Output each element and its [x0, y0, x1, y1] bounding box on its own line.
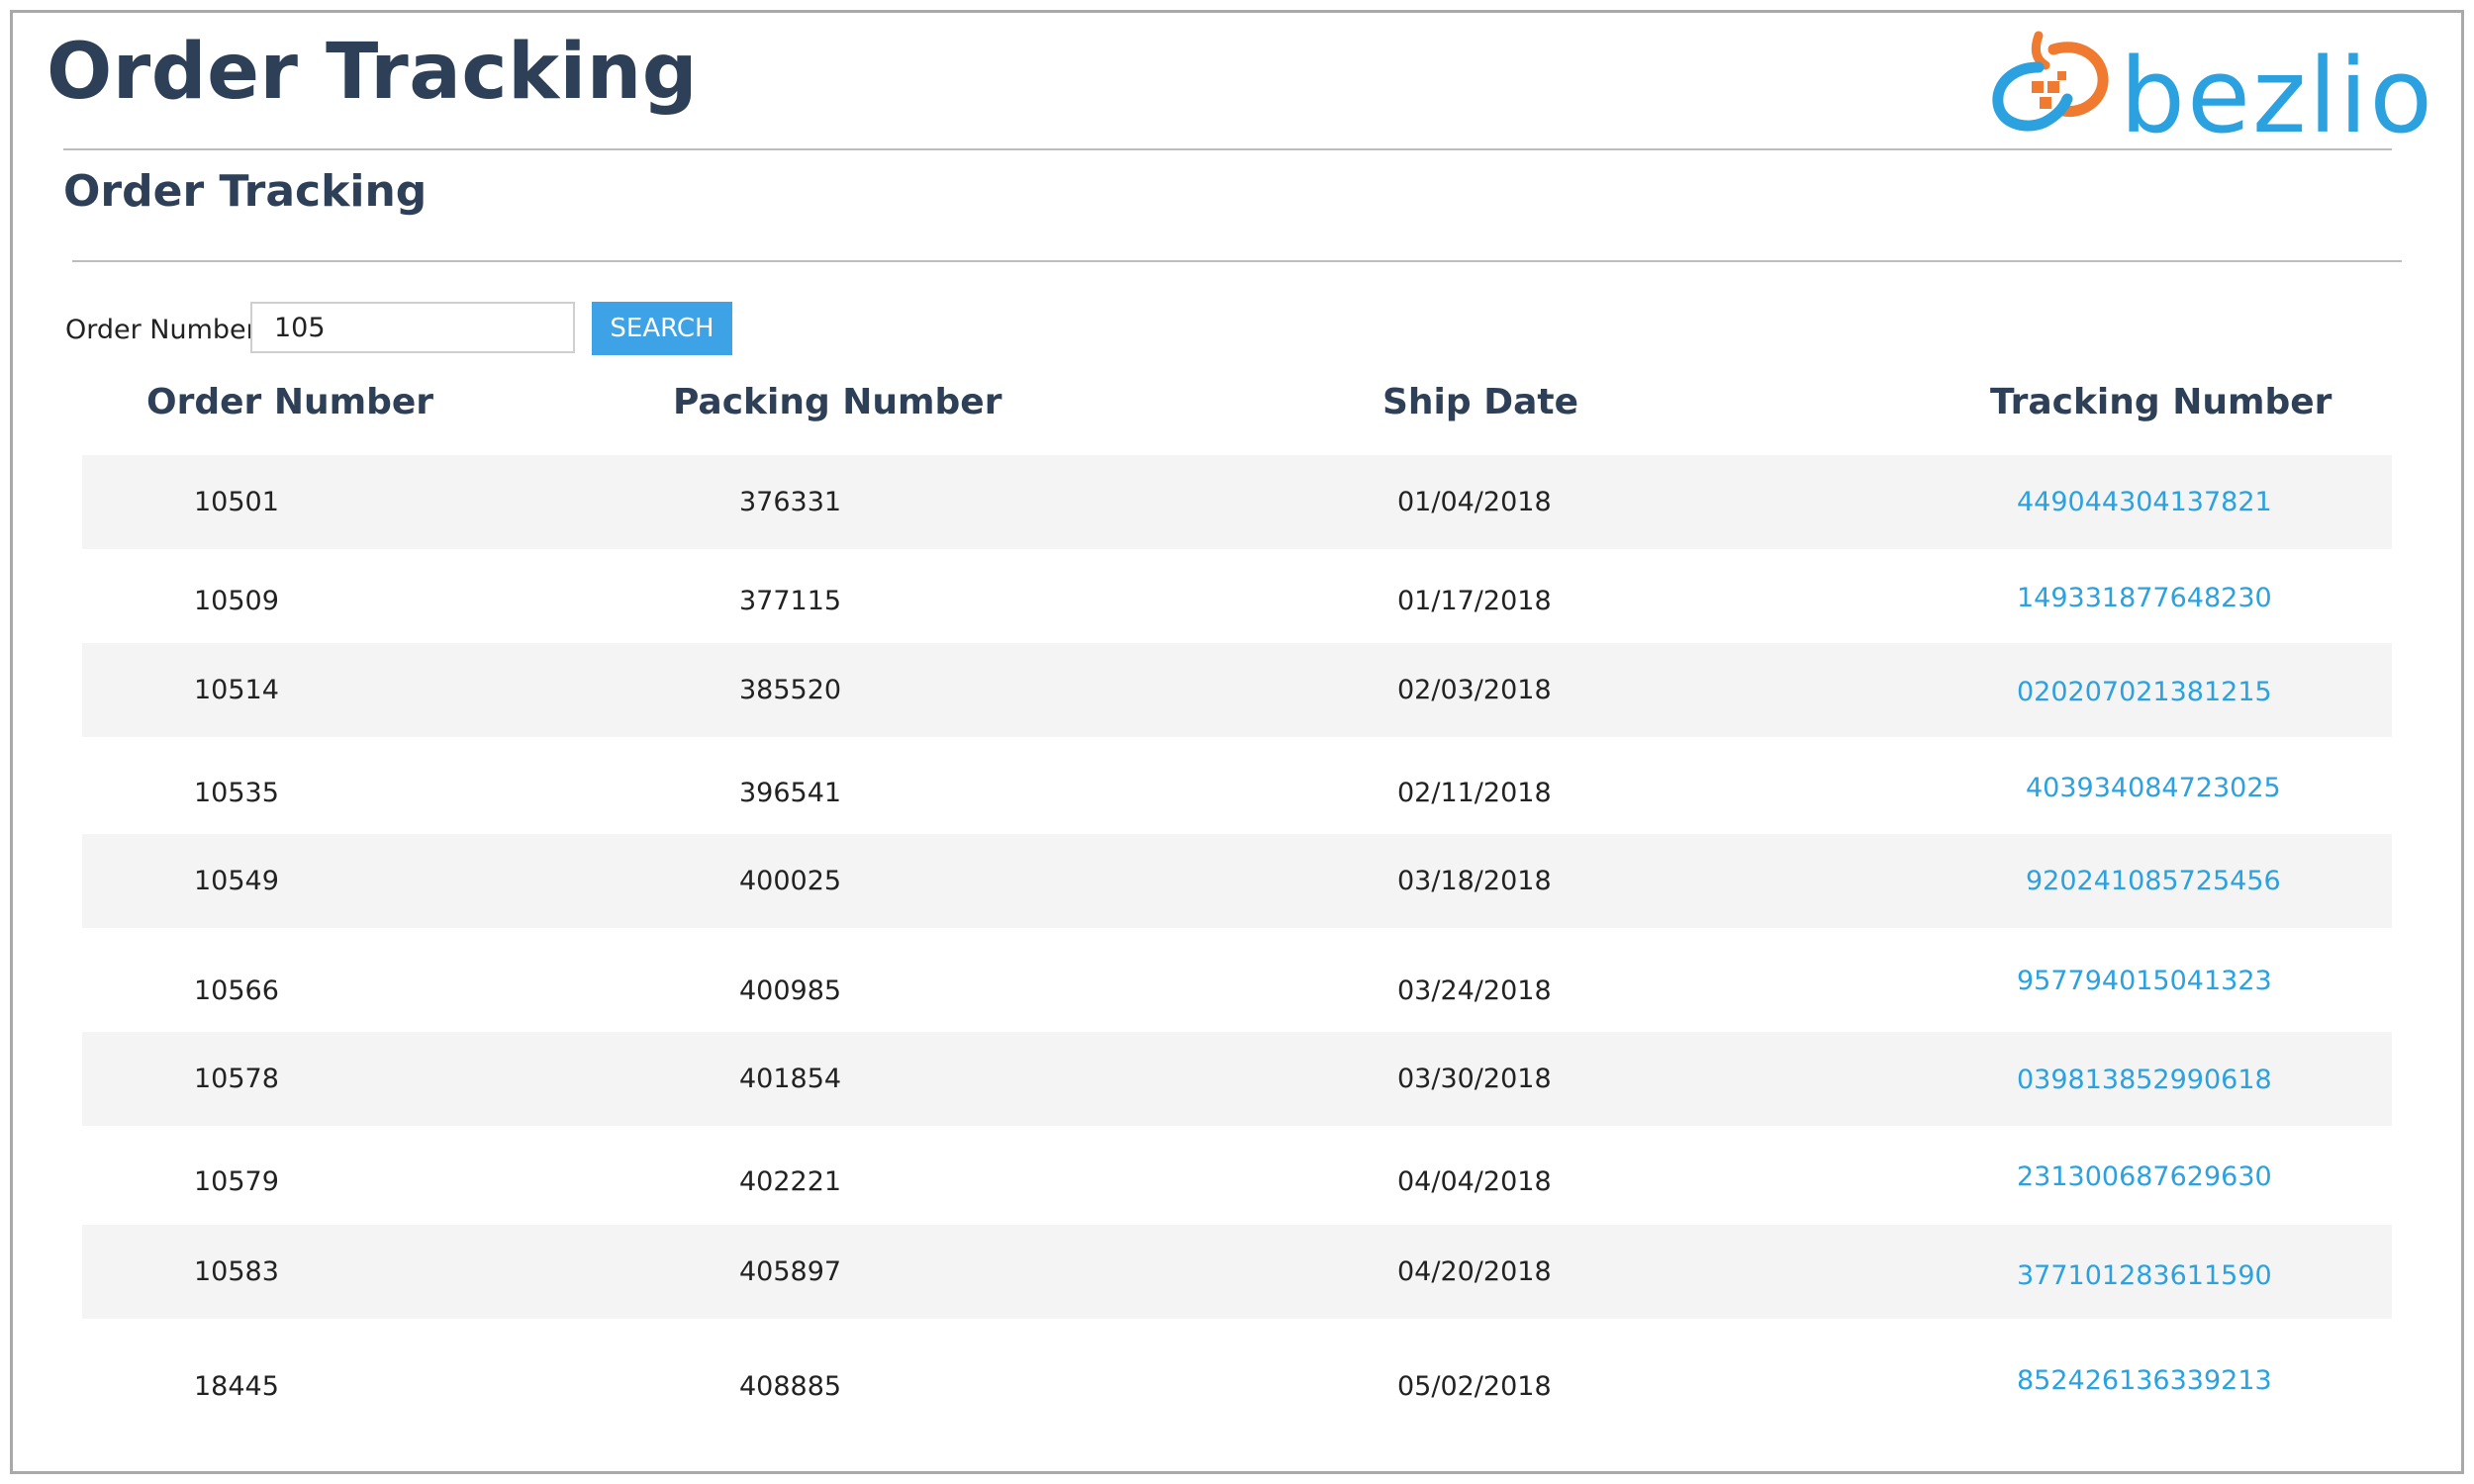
bezlio-logo-mark-icon	[1992, 31, 2109, 132]
table-row: 10509 377115 01/17/2018 149331877648230	[82, 549, 2392, 643]
packing-number-cell: 408885	[739, 1371, 842, 1402]
order-number-cell: 10566	[194, 975, 279, 1006]
tracking-number-link[interactable]: 920241085725456	[2026, 866, 2281, 896]
ship-date-cell: 03/30/2018	[1397, 1064, 1552, 1094]
packing-number-cell: 385520	[739, 675, 842, 705]
order-number-cell: 10509	[194, 586, 279, 616]
tracking-number-link[interactable]: 149331877648230	[2017, 583, 2272, 613]
order-number-cell: 10501	[194, 487, 279, 517]
packing-number-cell: 376331	[739, 487, 842, 517]
column-header-ship-date: Ship Date	[1382, 382, 1578, 422]
ship-date-cell: 03/18/2018	[1397, 866, 1552, 896]
table-row: 10514 385520 02/03/2018 020207021381215	[82, 643, 2392, 737]
table-row: 10549 400025 03/18/2018 920241085725456	[82, 834, 2392, 928]
section-title: Order Tracking	[63, 166, 428, 217]
packing-number-cell: 401854	[739, 1064, 842, 1094]
order-number-cell: 10578	[194, 1064, 279, 1094]
table-row: 10535 396541 02/11/2018 403934084723025	[82, 737, 2392, 831]
ship-date-cell: 01/17/2018	[1397, 586, 1552, 616]
ship-date-cell: 02/11/2018	[1397, 778, 1552, 808]
logo-wordmark: bezlio	[2120, 36, 2435, 156]
table-row: 10501 376331 01/04/2018 449044304137821	[82, 455, 2392, 549]
packing-number-cell: 405897	[739, 1256, 842, 1287]
tracking-number-link[interactable]: 957794015041323	[2017, 966, 2272, 996]
order-number-input[interactable]	[250, 302, 575, 353]
tracking-number-link[interactable]: 852426136339213	[2017, 1365, 2272, 1396]
ship-date-cell: 04/20/2018	[1397, 1256, 1552, 1287]
table-row: 10578 401854 03/30/2018 039813852990618	[82, 1032, 2392, 1126]
search-button[interactable]: SEARCH	[592, 302, 732, 355]
table-row: 18445 408885 05/02/2018 852426136339213	[82, 1319, 2392, 1428]
header-divider	[63, 148, 2392, 150]
packing-number-cell: 377115	[739, 586, 842, 616]
ship-date-cell: 01/04/2018	[1397, 487, 1552, 517]
column-header-order-number: Order Number	[146, 382, 434, 422]
packing-number-cell: 400985	[739, 975, 842, 1006]
packing-number-cell: 402221	[739, 1166, 842, 1197]
column-header-packing-number: Packing Number	[673, 382, 1002, 422]
tracking-number-link[interactable]: 449044304137821	[2017, 487, 2272, 517]
app-title: Order Tracking	[47, 28, 699, 117]
tracking-number-link[interactable]: 231300687629630	[2017, 1161, 2272, 1192]
ship-date-cell: 03/24/2018	[1397, 975, 1552, 1006]
order-number-cell: 10579	[194, 1166, 279, 1197]
ship-date-cell: 04/04/2018	[1397, 1166, 1552, 1197]
tracking-number-link[interactable]: 020207021381215	[2017, 677, 2272, 707]
order-number-cell: 10583	[194, 1256, 279, 1287]
order-number-label: Order Number	[65, 315, 257, 345]
table-row: 10583 405897 04/20/2018 377101283611590	[82, 1225, 2392, 1319]
table-row: 10579 402221 04/04/2018 231300687629630	[82, 1126, 2392, 1220]
order-number-cell: 10514	[194, 675, 279, 705]
tracking-number-link[interactable]: 377101283611590	[2017, 1260, 2272, 1291]
section-divider	[72, 260, 2402, 262]
packing-number-cell: 396541	[739, 778, 842, 808]
ship-date-cell: 02/03/2018	[1397, 675, 1552, 705]
order-number-cell: 18445	[194, 1371, 279, 1402]
ship-date-cell: 05/02/2018	[1397, 1371, 1552, 1402]
order-number-cell: 10549	[194, 866, 279, 896]
packing-number-cell: 400025	[739, 866, 842, 896]
order-number-cell: 10535	[194, 778, 279, 808]
tracking-number-link[interactable]: 039813852990618	[2017, 1065, 2272, 1095]
column-header-tracking-number: Tracking Number	[1990, 382, 2332, 422]
tracking-number-link[interactable]: 403934084723025	[2026, 773, 2281, 803]
table-row: 10566 400985 03/24/2018 957794015041323	[82, 928, 2392, 1022]
